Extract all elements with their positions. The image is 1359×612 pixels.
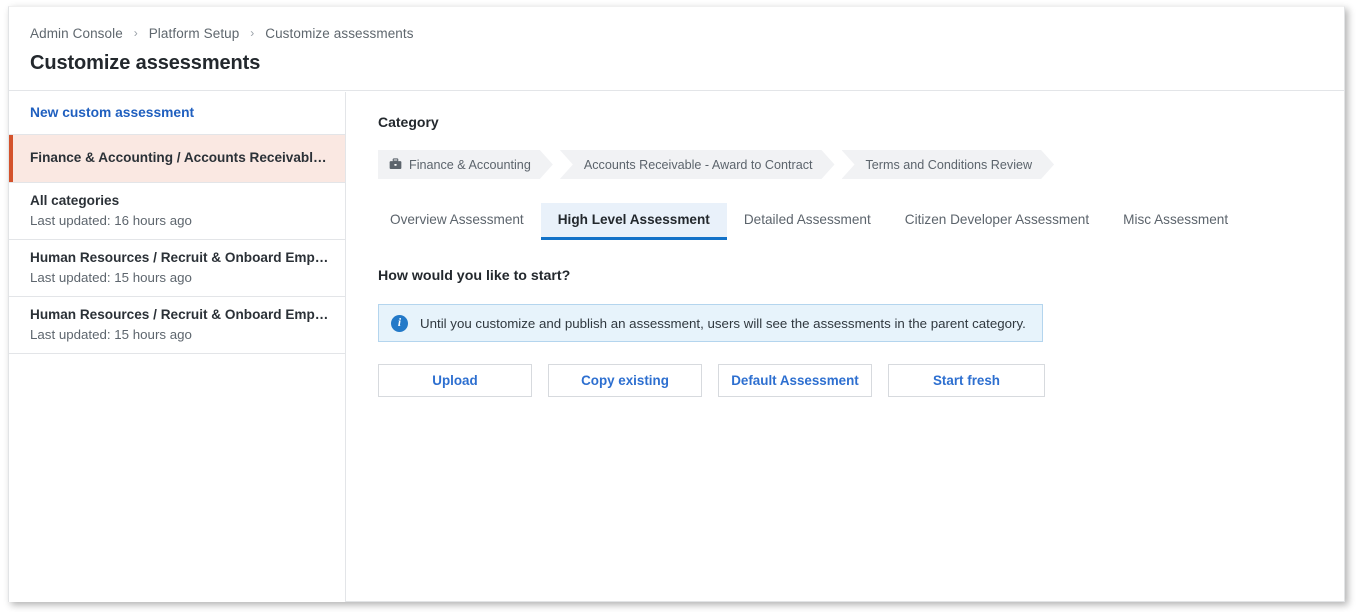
sidebar-item-title: All categories [30,192,331,210]
start-question-heading: How would you like to start? [378,268,1344,284]
assessment-sidebar: New custom assessment Finance & Accounti… [9,92,346,602]
sidebar-item-subtitle: Last updated: 16 hours ago [30,211,331,230]
breadcrumb-item-admin-console[interactable]: Admin Console [30,26,123,41]
info-banner: i Until you customize and publish an ass… [378,304,1043,342]
sidebar-item-title: Finance & Accounting / Accounts Receivab… [30,149,331,167]
page-header: Admin Console › Platform Setup › Customi… [9,7,1344,91]
info-icon: i [391,315,408,332]
category-chevron-label: Accounts Receivable - Award to Contract [584,158,813,172]
category-chevron-label: Terms and Conditions Review [866,158,1033,172]
sidebar-item-subtitle: Last updated: 15 hours ago [30,268,331,287]
start-fresh-button[interactable]: Start fresh [888,364,1045,397]
category-chevron-label: Finance & Accounting [409,158,531,172]
start-options-buttons: Upload Copy existing Default Assessment … [378,364,1344,397]
page-title: Customize assessments [30,52,260,75]
briefcase-icon [389,158,402,173]
default-assessment-button[interactable]: Default Assessment [718,364,872,397]
sidebar-item-title: Human Resources / Recruit & Onboard Empl… [30,249,331,267]
category-label: Category [378,114,1344,130]
sidebar-item-all-categories[interactable]: All categories Last updated: 16 hours ag… [9,183,345,240]
breadcrumb-item-customize-assessments[interactable]: Customize assessments [265,26,413,41]
category-chevron-finance-accounting[interactable]: Finance & Accounting [378,150,553,179]
main-content: Category Finance & Accounting Accounts R… [347,92,1344,601]
tab-overview-assessment[interactable]: Overview Assessment [373,203,541,240]
tab-high-level-assessment[interactable]: High Level Assessment [541,203,727,240]
sidebar-item-finance-accounting[interactable]: Finance & Accounting / Accounts Receivab… [9,135,345,183]
upload-button[interactable]: Upload [378,364,532,397]
breadcrumb: Admin Console › Platform Setup › Customi… [30,26,414,41]
copy-existing-button[interactable]: Copy existing [548,364,702,397]
breadcrumb-separator-icon: › [134,26,138,40]
category-chevron-accounts-receivable[interactable]: Accounts Receivable - Award to Contract [560,150,835,179]
category-chevron-terms-and-conditions[interactable]: Terms and Conditions Review [842,150,1055,179]
sidebar-item-title: Human Resources / Recruit & Onboard Empl… [30,306,331,324]
info-banner-text: Until you customize and publish an asses… [420,316,1026,331]
tab-detailed-assessment[interactable]: Detailed Assessment [727,203,888,240]
sidebar-item-human-resources-2[interactable]: Human Resources / Recruit & Onboard Empl… [9,297,345,354]
new-custom-assessment-link[interactable]: New custom assessment [30,105,194,120]
sidebar-item-subtitle: Last updated: 15 hours ago [30,325,331,344]
category-breadcrumb-trail: Finance & Accounting Accounts Receivable… [378,150,1344,179]
sidebar-item-new-custom-assessment[interactable]: New custom assessment [9,92,345,135]
breadcrumb-item-platform-setup[interactable]: Platform Setup [149,26,240,41]
tab-citizen-developer-assessment[interactable]: Citizen Developer Assessment [888,203,1106,240]
tab-misc-assessment[interactable]: Misc Assessment [1106,203,1245,240]
breadcrumb-separator-icon: › [250,26,254,40]
sidebar-item-human-resources-1[interactable]: Human Resources / Recruit & Onboard Empl… [9,240,345,297]
app-window: Admin Console › Platform Setup › Customi… [8,6,1345,602]
assessment-tabs: Overview Assessment High Level Assessmen… [373,203,1344,240]
